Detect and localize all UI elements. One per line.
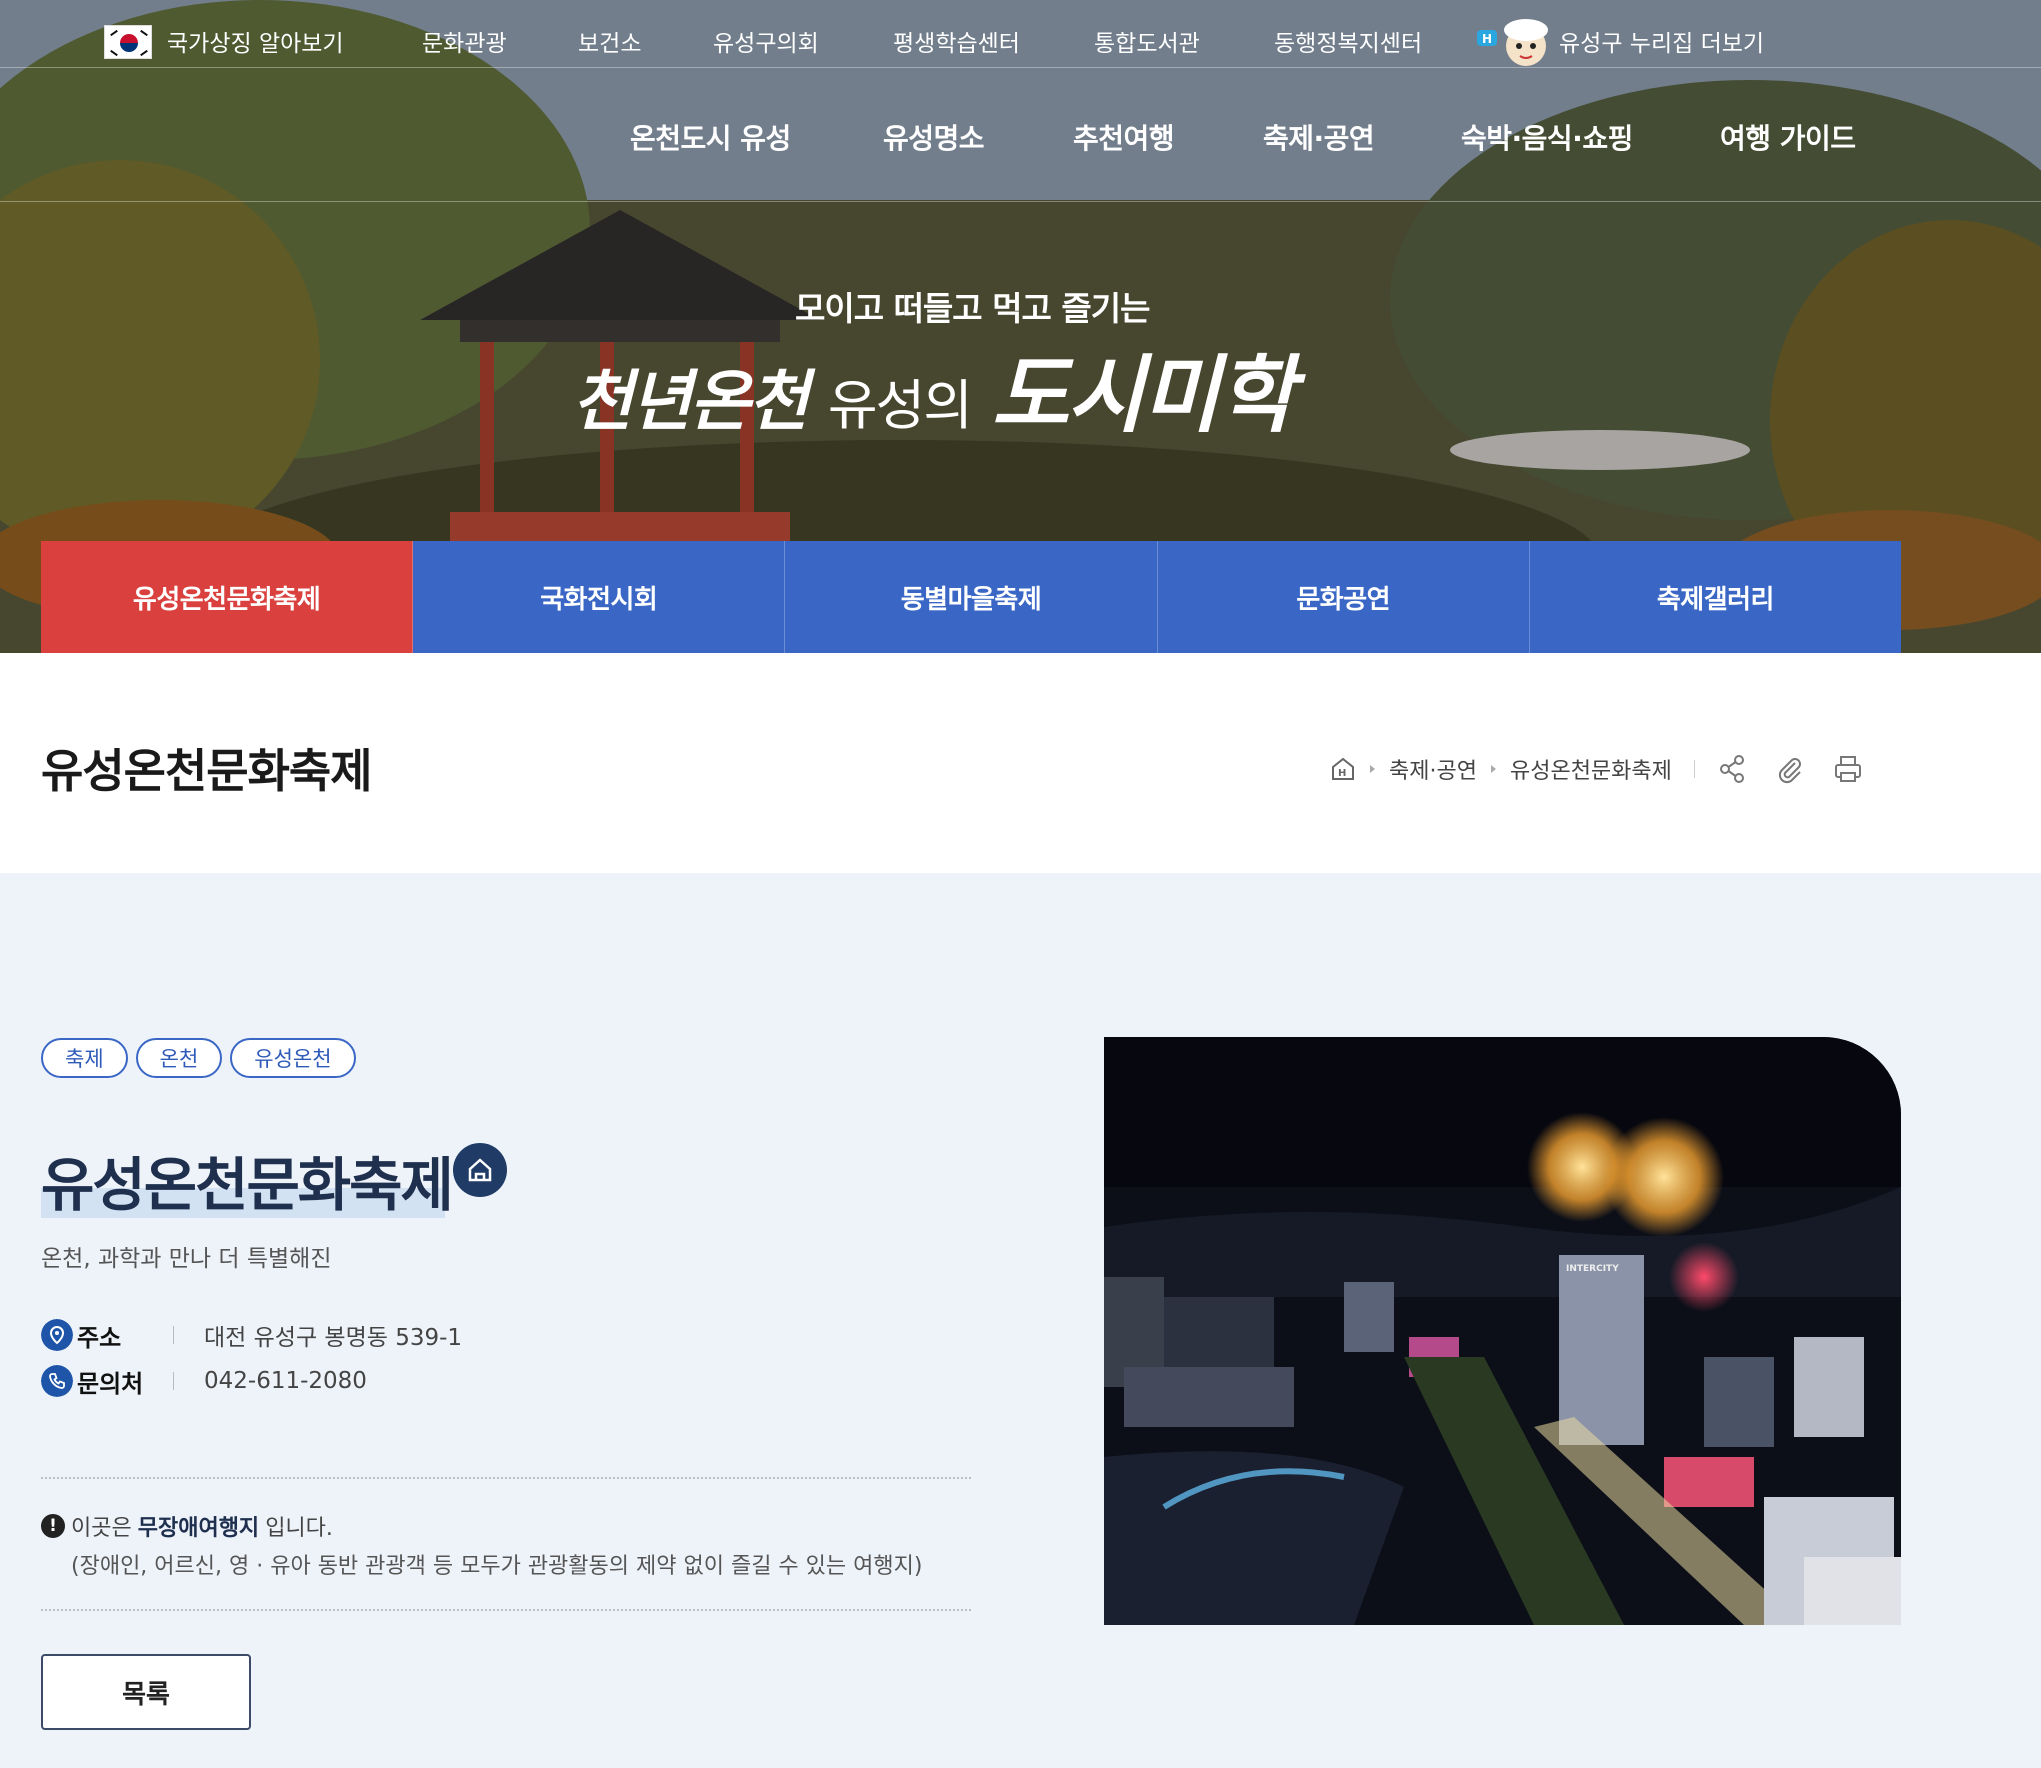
page-title: 유성온천문화축제 [41, 744, 373, 798]
tag-chip[interactable]: 축제 [41, 1038, 128, 1078]
notice-suffix: 입니다. [265, 1516, 333, 1541]
home-icon[interactable]: H [1330, 756, 1356, 782]
phone-icon [41, 1365, 73, 1397]
night-city-fireworks-image: INTERCITY [1104, 1037, 1901, 1625]
place-title: 유성온천문화축제 [41, 1151, 454, 1219]
tag-chip[interactable]: 온천 [135, 1038, 223, 1078]
tab-chrysanthemum-exhibition[interactable]: 국화전시회 [413, 541, 786, 653]
place-subtitle: 온천, 과학과 만나 더 특별해진 [41, 1246, 332, 1272]
util-link-health-center[interactable]: 보건소 [578, 24, 641, 58]
info-separator [173, 1372, 174, 1390]
info-separator [173, 1326, 174, 1344]
util-link-community-center[interactable]: 동행정복지센터 [1274, 24, 1422, 58]
photo-building-sign: INTERCITY [1566, 1264, 1619, 1274]
address-label: 주소 [77, 1323, 122, 1352]
breadcrumb-separator [1490, 765, 1496, 773]
svg-text:H: H [1482, 32, 1492, 46]
contact-row: 문의처 042-611-2080 [41, 1364, 367, 1398]
nav-hot-spring-city[interactable]: 온천도시 유성 [630, 117, 791, 157]
hero-slogan-part2: 유성의 [827, 374, 973, 437]
hero-slogan: 천년온천 유성의 도시미학 [572, 328, 1295, 449]
tab-yuseong-hot-spring-festival[interactable]: 유성온천문화축제 [41, 541, 414, 653]
korean-flag-icon [104, 25, 152, 59]
location-pin-icon [41, 1319, 73, 1351]
tag-list: 축제 온천 유성온천 [41, 1038, 356, 1078]
util-link-library[interactable]: 통합도서관 [1094, 24, 1200, 58]
util-link-district-council[interactable]: 유성구의회 [713, 24, 819, 58]
breadcrumb-item-current[interactable]: 유성온천문화축제 [1510, 753, 1672, 785]
attachment-icon[interactable] [1775, 754, 1805, 784]
breadcrumb: H 축제·공연 유성온천문화축제 [1330, 753, 1891, 785]
address-row: 주소 대전 유성구 봉명동 539-1 [41, 1318, 462, 1352]
svg-text:H: H [1338, 768, 1346, 779]
nav-attractions[interactable]: 유성명소 [883, 117, 985, 157]
contact-label: 문의처 [77, 1369, 144, 1398]
address-value: 대전 유성구 봉명동 539-1 [204, 1325, 463, 1351]
nav-festivals[interactable]: 축제·공연 [1263, 117, 1375, 157]
hero-banner: 국가상징 알아보기 문화관광 보건소 유성구의회 평생학습센터 통합도서관 동행… [0, 0, 2041, 653]
place-title-wrap: 유성온천문화축제 [41, 1138, 461, 1219]
divider [41, 1609, 971, 1611]
hero-slogan-part1: 천년온천 [572, 362, 809, 440]
page-header: 유성온천문화축제 H 축제·공연 유성온천문화축제 [0, 653, 2041, 873]
divider [41, 1477, 971, 1479]
nav-stay-food-shopping[interactable]: 숙박·음식·쇼핑 [1461, 117, 1633, 157]
main-nav: 온천도시 유성 유성명소 추천여행 축제·공연 숙박·음식·쇼핑 여행 가이드 [0, 69, 2041, 202]
notice-prefix: 이곳은 [71, 1516, 132, 1541]
util-link-more-sites[interactable]: 유성구 누리집 더보기 [1559, 24, 1764, 58]
mascot-icon: H [1477, 19, 1548, 66]
toolbar-divider [1693, 760, 1695, 778]
festival-photo: INTERCITY [1104, 1037, 1901, 1625]
utility-nav: 국가상징 알아보기 문화관광 보건소 유성구의회 평생학습센터 통합도서관 동행… [0, 0, 2041, 68]
hero-slogan-part3: 도시미학 [991, 345, 1295, 444]
tag-chip[interactable]: 유성온천 [230, 1038, 356, 1078]
share-icon[interactable] [1717, 754, 1747, 784]
nav-recommended-trips[interactable]: 추천여행 [1073, 117, 1175, 157]
util-link-culture-tourism[interactable]: 문화관광 [422, 24, 507, 58]
tab-cultural-performances[interactable]: 문화공연 [1157, 541, 1530, 653]
breadcrumb-separator [1370, 765, 1375, 773]
festival-sub-tabs: 유성온천문화축제 국화전시회 동별마을축제 문화공연 축제갤러리 [41, 541, 1902, 653]
print-icon[interactable] [1833, 754, 1863, 784]
tab-festival-gallery[interactable]: 축제갤러리 [1529, 541, 1902, 653]
hero-slogan-top: 모이고 떠들고 먹고 즐기는 [795, 289, 1150, 328]
nav-travel-guide[interactable]: 여행 가이드 [1720, 117, 1856, 157]
notice-barrier-free: 무장애여행지 [137, 1516, 260, 1541]
list-button[interactable]: 목록 [41, 1654, 251, 1730]
notice-detail: (장애인, 어르신, 영 · 유아 동반 관광객 등 모두가 관광활동의 제약 … [71, 1554, 923, 1579]
breadcrumb-item[interactable]: 축제·공연 [1389, 753, 1477, 785]
util-link-lifelong-learning[interactable]: 평생학습센터 [893, 24, 1020, 58]
util-link-national-symbols[interactable]: 국가상징 알아보기 [167, 24, 344, 58]
tab-village-festivals[interactable]: 동별마을축제 [785, 541, 1158, 653]
alert-icon: ! [41, 1514, 65, 1538]
homepage-link-icon[interactable] [453, 1143, 507, 1197]
contact-value: 042-611-2080 [204, 1368, 367, 1394]
